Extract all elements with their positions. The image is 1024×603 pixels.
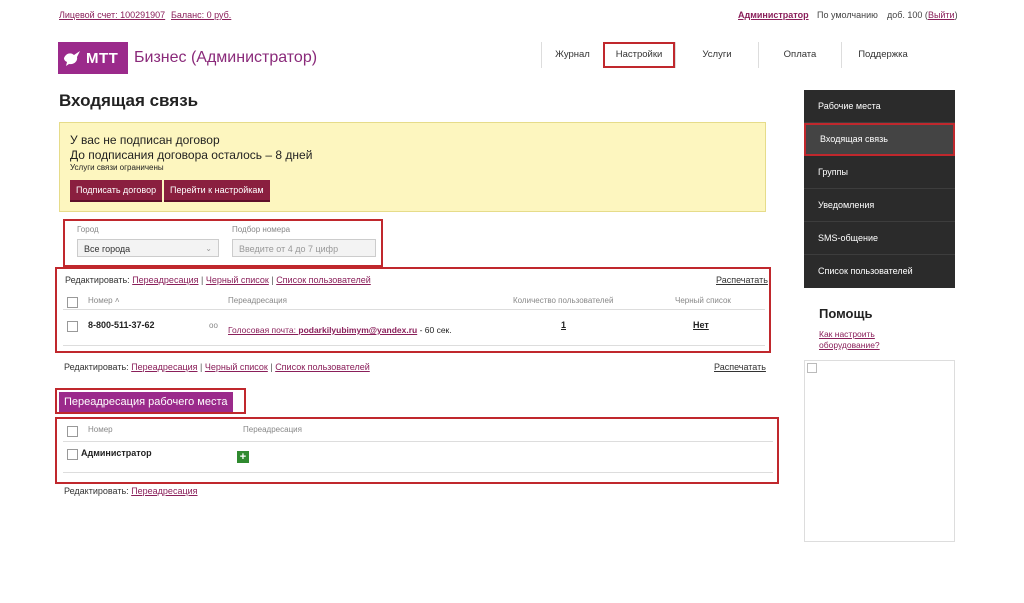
sort-up-icon: ˄ — [114, 296, 120, 305]
sidebar-item-notifications[interactable]: Уведомления — [804, 189, 955, 222]
add-forwarding-button[interactable]: + — [237, 451, 249, 463]
row-forwarding[interactable]: Голосовая почта: podarkilyubimym@yandex.… — [228, 325, 452, 335]
logo-title: Бизнес (Администратор) — [134, 49, 318, 66]
notice-line-3: Услуги связи ограничены — [70, 163, 164, 172]
divider — [63, 345, 765, 346]
edit-users-link[interactable]: Список пользователей — [276, 275, 371, 285]
edit-forwarding-link[interactable]: Переадресация — [131, 486, 197, 496]
divider: | — [271, 275, 274, 285]
balance-link[interactable]: Баланс: 0 руб. — [171, 10, 231, 20]
notice-line-2: До подписания договора осталось – 8 дней — [70, 148, 313, 162]
numbers-table-box: Редактировать: Переадресация | Черный сп… — [55, 267, 771, 353]
divider — [63, 472, 773, 473]
col-header-number[interactable]: Номер ˄ — [88, 296, 120, 305]
nav-journal[interactable]: Журнал — [541, 42, 603, 68]
divider — [63, 441, 773, 442]
edit-prefix: Редактировать: — [65, 275, 130, 285]
logout-link[interactable]: Выйти — [928, 10, 955, 20]
select-all-checkbox[interactable] — [67, 426, 78, 437]
chevron-down-icon: ⌄ — [205, 244, 212, 253]
row-name: Администратор — [81, 448, 152, 458]
city-select[interactable]: Все города ⌄ — [77, 239, 219, 257]
help-title: Помощь — [819, 306, 873, 321]
help-link-line-1[interactable]: Как настроить — [819, 329, 880, 340]
edit-blacklist-link[interactable]: Черный список — [205, 362, 268, 372]
sidebar-item-groups[interactable]: Группы — [804, 156, 955, 189]
divider: | — [201, 275, 204, 285]
col-header-users-count: Количество пользователей — [513, 296, 614, 305]
top-bar: Лицевой счет: 100291907 Баланс: 0 руб. А… — [59, 10, 959, 24]
city-label: Город — [77, 225, 99, 234]
nav-settings[interactable]: Настройки — [603, 42, 675, 68]
edit-blacklist-link[interactable]: Черный список — [206, 275, 269, 285]
contract-notice: У вас не подписан договор До подписания … — [59, 122, 766, 212]
edit-prefix: Редактировать: — [64, 486, 129, 496]
nav-services[interactable]: Услуги — [675, 42, 758, 68]
notice-line-1: У вас не подписан договор — [70, 133, 220, 147]
ext-info: доб. 100 (Выйти) — [887, 10, 958, 20]
logo[interactable]: МТТ Бизнес (Администратор) — [58, 42, 317, 74]
workplace-table-box: Номер Переадресация Администратор + — [55, 417, 779, 484]
workplace-title-box: Переадресация рабочего места — [55, 388, 246, 414]
admin-link[interactable]: Администратор — [738, 10, 809, 20]
row-checkbox[interactable] — [67, 321, 78, 332]
sidebar-item-workplaces[interactable]: Рабочие места — [804, 90, 955, 123]
edit-line-workplace: Редактировать: Переадресация — [64, 486, 198, 496]
sign-contract-button[interactable]: Подписать договор — [70, 180, 163, 202]
row-blacklist[interactable]: Нет — [693, 320, 709, 330]
ad-image-placeholder — [804, 360, 955, 542]
print-link-bottom[interactable]: Распечатать — [714, 362, 766, 372]
logo-badge: МТТ — [58, 42, 128, 74]
forwarding-prefix[interactable]: Голосовая почта: — [228, 325, 298, 335]
edit-forwarding-link[interactable]: Переадресация — [131, 362, 197, 372]
edit-forwarding-link[interactable]: Переадресация — [132, 275, 198, 285]
logo-brand: МТТ — [86, 49, 119, 67]
bird-icon — [58, 42, 86, 74]
col-header-forwarding: Переадресация — [228, 296, 287, 305]
select-all-checkbox[interactable] — [67, 297, 78, 308]
forwarding-suffix: - 60 сек. — [417, 325, 452, 335]
broken-image-icon — [807, 363, 817, 373]
nav-support[interactable]: Поддержка — [841, 42, 924, 68]
default-label: По умолчанию — [817, 10, 878, 20]
help-link-line-2[interactable]: оборудование? — [819, 340, 880, 351]
go-to-settings-button[interactable]: Перейти к настройкам — [164, 180, 270, 202]
account-number-link[interactable]: Лицевой счет: 100291907 — [59, 10, 165, 20]
number-label: Подбор номера — [232, 225, 291, 234]
sidebar-item-users[interactable]: Список пользователей — [804, 255, 955, 288]
ext-close: ) — [954, 10, 958, 20]
voicemail-icon: ᴏᴏ — [209, 321, 218, 330]
col-header-number: Номер — [88, 425, 113, 434]
city-select-value: Все города — [84, 244, 131, 254]
sidebar-item-incoming[interactable]: Входящая связь — [804, 123, 955, 156]
divider: | — [200, 362, 203, 372]
divider: | — [270, 362, 273, 372]
main-nav: Журнал Настройки Услуги Оплата Поддержка — [541, 42, 924, 68]
col-header-blacklist: Черный список — [675, 296, 731, 305]
workplace-title: Переадресация рабочего места — [59, 392, 233, 412]
number-search-input[interactable]: Введите от 4 до 7 цифр — [232, 239, 376, 257]
edit-users-link[interactable]: Список пользователей — [275, 362, 370, 372]
row-checkbox[interactable] — [67, 449, 78, 460]
col-header-forwarding: Переадресация — [243, 425, 302, 434]
row-number: 8-800-511-37-62 — [88, 320, 155, 330]
page-title: Входящая связь — [59, 91, 199, 110]
filters-box: Город Все города ⌄ Подбор номера Введите… — [63, 219, 383, 267]
sidebar: Рабочие места Входящая связь Группы Увед… — [804, 90, 955, 288]
edit-line-top: Редактировать: Переадресация | Черный сп… — [65, 275, 371, 285]
print-link[interactable]: Распечатать — [716, 275, 768, 285]
edit-prefix: Редактировать: — [64, 362, 129, 372]
edit-line-bottom: Редактировать: Переадресация | Черный сп… — [64, 362, 370, 372]
row-users-count[interactable]: 1 — [561, 320, 566, 330]
divider — [63, 309, 765, 310]
sidebar-item-sms[interactable]: SMS-общение — [804, 222, 955, 255]
help-link[interactable]: Как настроить оборудование? — [819, 329, 880, 351]
forwarding-email[interactable]: podarkilyubimym@yandex.ru — [298, 325, 417, 335]
ext-label: доб. 100 ( — [887, 10, 928, 20]
nav-payment[interactable]: Оплата — [758, 42, 841, 68]
